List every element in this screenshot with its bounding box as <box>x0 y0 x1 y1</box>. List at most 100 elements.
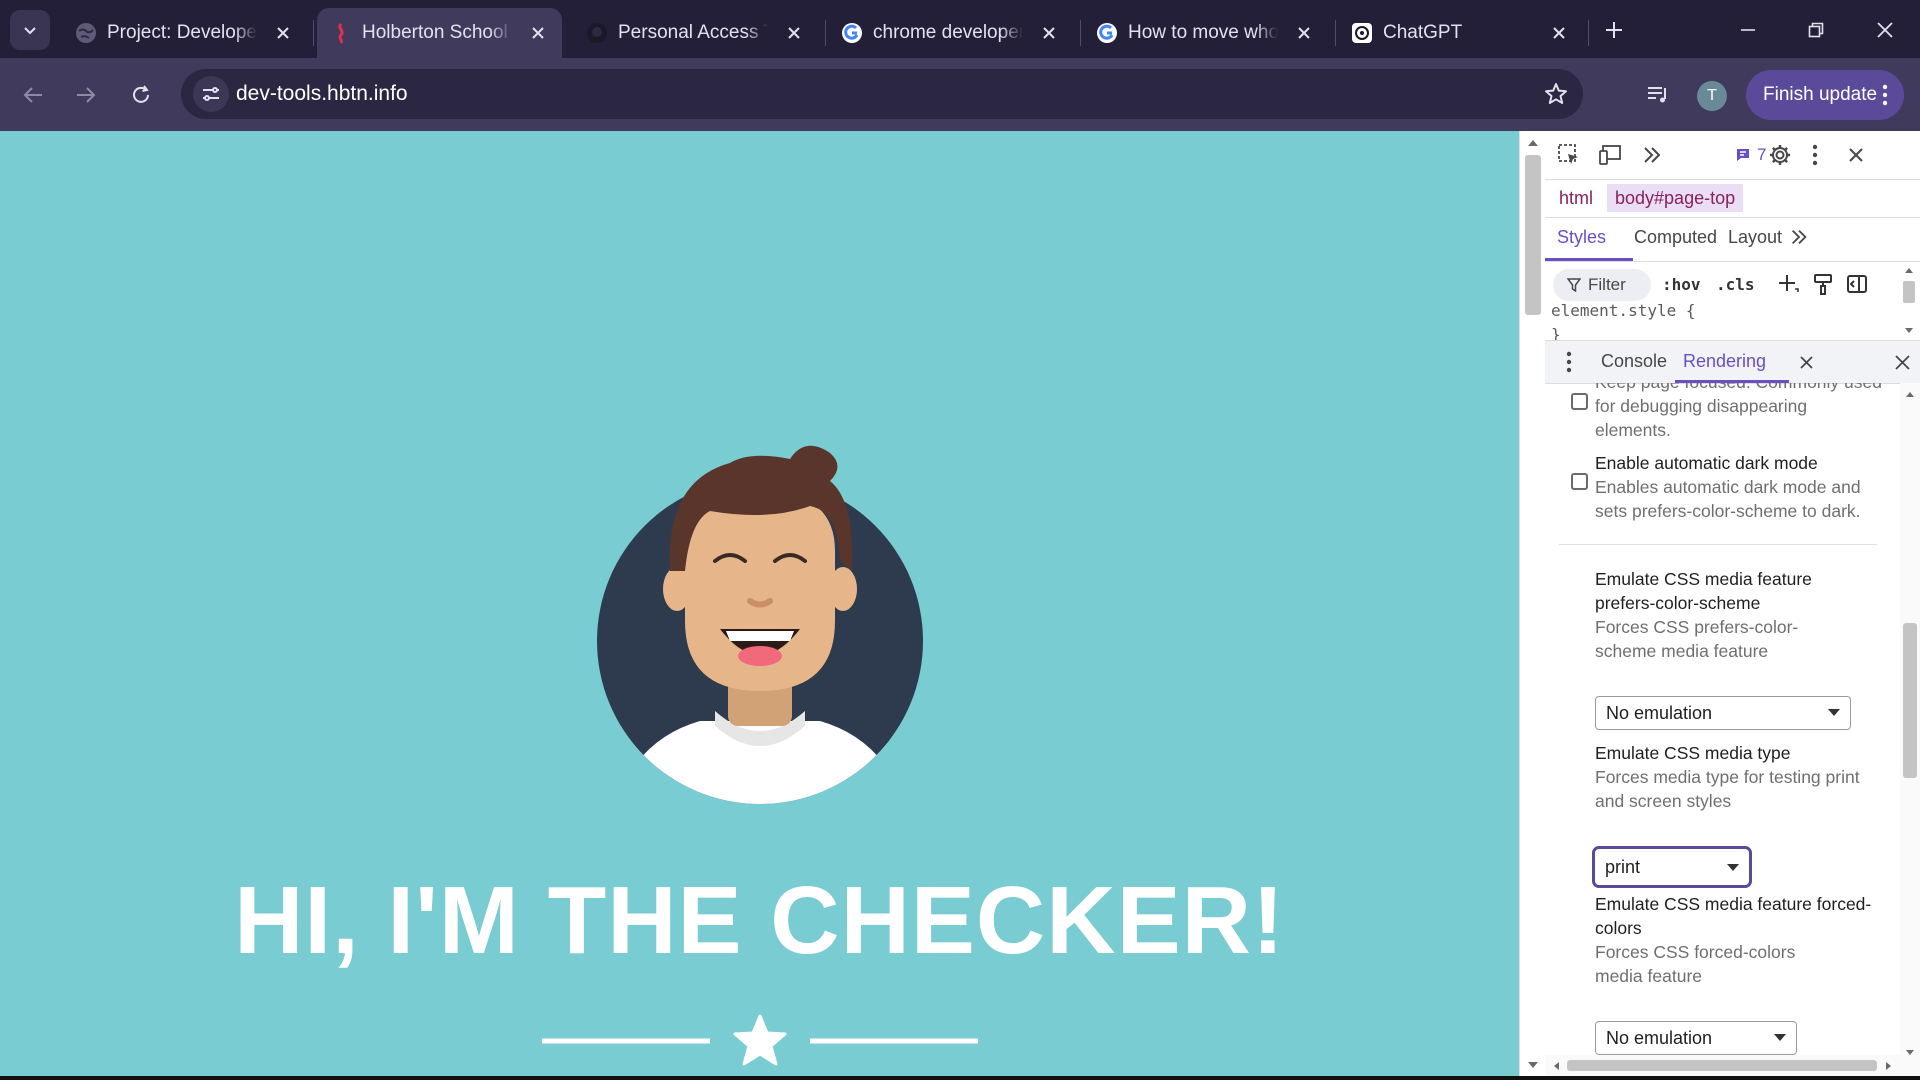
dropdown-arrow-icon <box>1727 864 1739 871</box>
drawer-tab-rendering[interactable]: Rendering <box>1683 351 1766 372</box>
tab-personal-access-token[interactable]: Personal Access To <box>573 8 818 58</box>
media-queue-icon <box>1648 87 1666 103</box>
finish-update-button[interactable]: Finish update <box>1746 70 1904 120</box>
finish-update-label: Finish update <box>1763 84 1878 105</box>
element-style-rule[interactable]: element.style { <box>1551 299 1696 323</box>
dom-breadcrumb: html body#page-top <box>1545 179 1920 218</box>
close-icon[interactable] <box>1547 21 1571 45</box>
close-window-button[interactable] <box>1865 10 1905 50</box>
restore-button[interactable] <box>1796 10 1836 50</box>
focus-description: Keep page focused. Commonly used for deb… <box>1595 383 1882 440</box>
more-vert-icon[interactable] <box>1801 141 1829 169</box>
profile-avatar[interactable]: T <box>1697 81 1727 111</box>
scroll-up-arrow-icon <box>1906 392 1914 397</box>
address-bar[interactable]: dev-tools.hbtn.info <box>181 69 1583 119</box>
tab-separator <box>313 20 314 46</box>
google-icon <box>840 21 864 45</box>
styles-scrollbar[interactable] <box>1899 261 1920 339</box>
horizontal-scrollbar[interactable] <box>1545 1055 1900 1076</box>
tab-project-developer[interactable]: Project: Developer <box>62 8 307 58</box>
media-type-select[interactable]: print <box>1592 846 1752 888</box>
breadcrumb-html[interactable]: html <box>1551 184 1601 212</box>
inspect-element-icon[interactable] <box>1555 141 1583 169</box>
tab-layout[interactable]: Layout <box>1728 227 1782 248</box>
tab-holberton-school[interactable]: Holberton School <box>317 8 562 58</box>
minimize-button[interactable] <box>1728 10 1768 50</box>
filter-funnel-icon <box>1567 278 1581 292</box>
close-icon[interactable] <box>782 21 806 45</box>
globe-icon <box>74 21 98 45</box>
messages-badge[interactable]: 7 <box>1735 141 1766 169</box>
tab-chrome-developer[interactable]: chrome developer <box>828 8 1073 58</box>
styles-filter-input[interactable]: Filter <box>1553 269 1651 301</box>
color-scheme-title: Emulate CSS media feature prefers-color-… <box>1595 569 1812 613</box>
new-style-rule-icon[interactable] <box>1774 270 1802 298</box>
browser-toolbar: dev-tools.hbtn.info <box>0 58 1920 131</box>
tab-separator <box>1588 20 1589 46</box>
forced-colors-select[interactable]: No emulation <box>1595 1021 1797 1055</box>
drawer-tab-console[interactable]: Console <box>1601 351 1667 372</box>
close-icon[interactable] <box>1292 21 1316 45</box>
tune-icon <box>203 87 219 101</box>
styles-scroll-thumb[interactable] <box>1903 281 1915 303</box>
reload-button[interactable] <box>122 76 160 114</box>
back-button[interactable] <box>14 76 52 114</box>
tab-search-button[interactable] <box>10 10 50 50</box>
window-bottom-edge <box>0 1076 1920 1080</box>
tab-title: ChatGPT <box>1383 22 1463 43</box>
media-type-value: print <box>1605 856 1641 877</box>
tab-how-to-move[interactable]: How to move whol <box>1083 8 1328 58</box>
tab-title: Project: Developer <box>107 22 257 43</box>
site-info-button[interactable] <box>193 76 229 112</box>
forced-colors-title: Emulate CSS media feature forced-colors <box>1595 894 1872 938</box>
toggle-sidebar-icon[interactable] <box>1843 270 1871 298</box>
filter-label: Filter <box>1588 275 1626 294</box>
cls-toggle[interactable]: .cls <box>1716 275 1755 294</box>
breadcrumb-body[interactable]: body#page-top <box>1607 184 1744 212</box>
close-rendering-tab-icon[interactable] <box>1792 348 1820 376</box>
settings-gear-icon[interactable] <box>1766 141 1794 169</box>
media-controls-button[interactable] <box>1639 76 1677 114</box>
new-tab-button[interactable] <box>1598 14 1630 46</box>
dark-mode-description: Enables automatic dark mode and sets pre… <box>1595 477 1861 521</box>
arrow-left-icon <box>23 87 42 103</box>
page-scroll-thumb[interactable] <box>1525 155 1541 315</box>
scroll-down-arrow-icon <box>1905 328 1913 333</box>
drawer-menu-icon[interactable] <box>1555 348 1583 376</box>
tab-title: Personal Access To <box>618 22 768 43</box>
tab-styles[interactable]: Styles <box>1557 227 1606 248</box>
forward-button[interactable] <box>67 76 105 114</box>
close-icon[interactable] <box>1037 21 1061 45</box>
tab-chatgpt[interactable]: ChatGPT <box>1338 8 1583 58</box>
bookmark-star-button[interactable] <box>1543 81 1569 107</box>
hov-toggle[interactable]: :hov <box>1662 275 1701 294</box>
page-scrollbar[interactable] <box>1519 131 1546 1076</box>
color-scheme-select[interactable]: No emulation <box>1595 696 1851 730</box>
dropdown-arrow-icon <box>1828 709 1840 716</box>
rendering-scroll-thumb[interactable] <box>1903 623 1917 778</box>
close-icon[interactable] <box>526 21 550 45</box>
horizontal-scroll-thumb[interactable] <box>1567 1060 1877 1071</box>
more-tabs-chevron-icon[interactable] <box>1785 223 1813 251</box>
paint-roller-icon[interactable] <box>1809 270 1837 298</box>
close-icon[interactable] <box>271 21 295 45</box>
dark-mode-checkbox[interactable] <box>1571 473 1588 490</box>
scroll-left-arrow-icon <box>1554 1062 1559 1070</box>
scroll-up-arrow-icon <box>1528 140 1538 146</box>
media-type-description: Forces media type for testing print and … <box>1595 767 1860 811</box>
devtools-panel: 7 html body#page-top Styles Computed Lay… <box>1545 131 1920 1076</box>
close-drawer-icon[interactable] <box>1888 348 1916 376</box>
minimize-icon <box>1741 29 1755 31</box>
tab-computed[interactable]: Computed <box>1634 227 1717 248</box>
rendering-scrollbar[interactable] <box>1900 383 1920 1076</box>
restore-icon <box>1808 22 1824 38</box>
tab-title: chrome developer <box>873 22 1023 43</box>
elements-subtabs: Styles Computed Layout <box>1545 217 1920 262</box>
message-icon <box>1737 149 1749 161</box>
color-scheme-description: Forces CSS prefers-color-scheme media fe… <box>1595 617 1799 661</box>
close-icon <box>1877 22 1893 38</box>
close-devtools-icon[interactable] <box>1842 141 1870 169</box>
device-toolbar-icon[interactable] <box>1596 141 1624 169</box>
focus-checkbox[interactable] <box>1571 393 1588 410</box>
more-tabs-chevron-icon[interactable] <box>1638 141 1666 169</box>
